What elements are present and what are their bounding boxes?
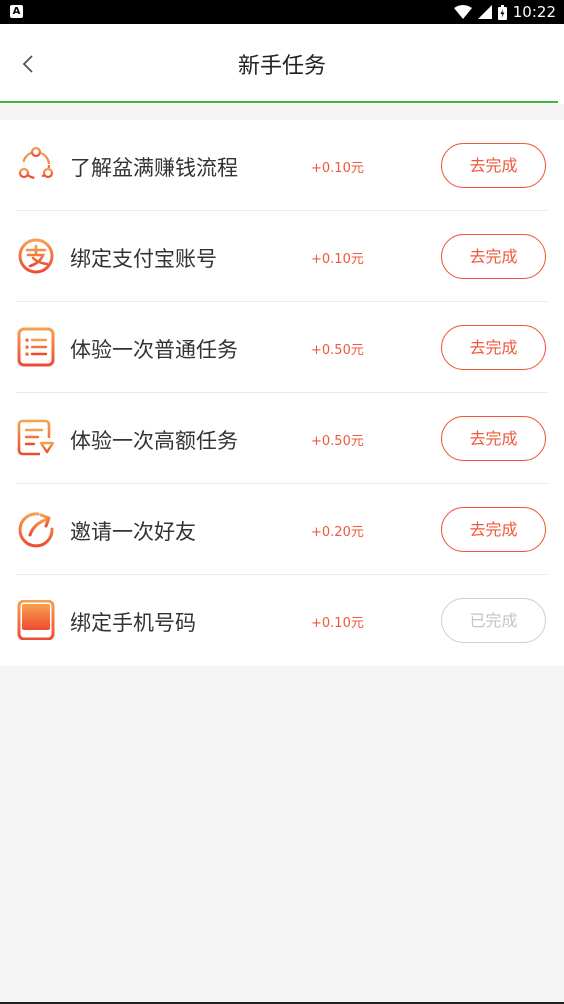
- task-reward: +0.50元: [311, 343, 364, 358]
- task-list: 了解盆满赚钱流程 +0.10元 去完成 绑定支付宝账号 +0.10元 去完成 体…: [0, 120, 564, 666]
- task-row: 体验一次普通任务 +0.50元 去完成: [0, 302, 564, 393]
- completed-task-button[interactable]: 已完成: [441, 598, 546, 643]
- share-arrow-icon: [18, 512, 54, 548]
- list-icon: [17, 327, 55, 367]
- list-diamond-icon: [17, 419, 55, 456]
- task-reward: +0.10元: [311, 616, 364, 631]
- task-row: 绑定手机号码 +0.10元 已完成: [0, 575, 564, 666]
- task-row: 体验一次高额任务 +0.50元 去完成: [0, 393, 564, 484]
- wifi-icon: [453, 5, 472, 19]
- complete-task-button[interactable]: 去完成: [441, 234, 546, 279]
- clock: 10:22: [512, 3, 556, 21]
- signal-icon: [477, 5, 492, 19]
- task-title: 了解盆满赚钱流程: [70, 156, 238, 180]
- phone-icon: [17, 600, 55, 640]
- page-title: 新手任务: [237, 54, 326, 79]
- task-reward: +0.10元: [311, 161, 364, 176]
- share-nodes-icon: [18, 146, 54, 180]
- task-title: 体验一次普通任务: [70, 338, 238, 362]
- task-title: 绑定手机号码: [70, 611, 196, 635]
- status-icons: 10:22: [453, 0, 556, 24]
- task-title: 体验一次高额任务: [70, 429, 238, 453]
- complete-task-button[interactable]: 去完成: [441, 325, 546, 370]
- task-reward: +0.10元: [311, 252, 364, 267]
- complete-task-button[interactable]: 去完成: [441, 416, 546, 461]
- header: 新手任务: [0, 24, 564, 104]
- task-title: 绑定支付宝账号: [70, 247, 217, 271]
- header-divider: [0, 101, 558, 103]
- task-row: 邀请一次好友 +0.20元 去完成: [0, 484, 564, 575]
- battery-icon: [497, 4, 507, 20]
- notification-icon: A: [10, 5, 23, 18]
- status-bar: A 10:22: [0, 0, 564, 24]
- task-title: 邀请一次好友: [70, 520, 196, 544]
- complete-task-button[interactable]: 去完成: [441, 507, 546, 552]
- task-row: 绑定支付宝账号 +0.10元 去完成: [0, 211, 564, 302]
- task-reward: +0.50元: [311, 434, 364, 449]
- task-row: 了解盆满赚钱流程 +0.10元 去完成: [0, 120, 564, 211]
- alipay-icon: [18, 238, 54, 274]
- task-reward: +0.20元: [311, 525, 364, 540]
- complete-task-button[interactable]: 去完成: [441, 143, 546, 188]
